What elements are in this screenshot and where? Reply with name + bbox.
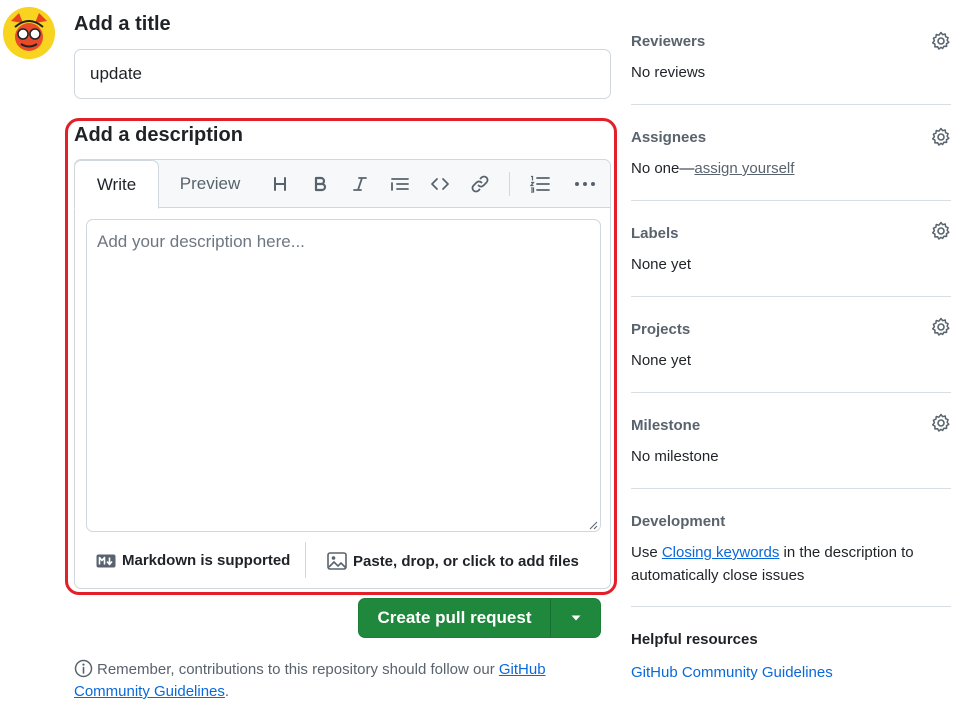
markdown-icon — [96, 554, 116, 567]
assignees-prefix: No one— — [631, 160, 695, 177]
footer-divider — [305, 542, 306, 578]
bold-icon[interactable] — [308, 172, 332, 196]
labels-heading: Labels — [631, 225, 679, 242]
create-button-divider — [550, 599, 551, 637]
community-guidelines-sidebar-link[interactable]: GitHub Community Guidelines — [631, 664, 833, 681]
reviewers-value: No reviews — [631, 64, 706, 81]
title-label: Add a title — [74, 13, 171, 35]
gear-icon[interactable] — [931, 221, 951, 241]
development-text-before: Use — [631, 544, 662, 561]
link-icon[interactable] — [468, 172, 492, 196]
closing-keywords-link[interactable]: Closing keywords — [662, 544, 780, 561]
sidebar-development: Development Use Closing keywords in the … — [631, 489, 951, 607]
markdown-note[interactable]: Markdown is supported — [96, 552, 290, 569]
code-icon[interactable] — [428, 172, 452, 196]
italic-icon[interactable] — [348, 172, 372, 196]
avatar-image — [3, 7, 55, 59]
sidebar-milestone: Milestone No milestone — [631, 393, 951, 489]
heading-icon[interactable] — [268, 172, 292, 196]
attach-files-button[interactable]: Paste, drop, or click to add files — [327, 552, 579, 570]
markdown-note-label: Markdown is supported — [122, 552, 291, 569]
editor-toolbar: Write Preview — [74, 160, 610, 209]
create-pull-request-button[interactable]: Create pull request — [359, 599, 550, 637]
create-pull-request-group: Create pull request — [358, 598, 601, 638]
reviewers-heading: Reviewers — [631, 33, 706, 50]
gear-icon[interactable] — [931, 31, 951, 51]
attach-files-label: Paste, drop, or click to add files — [353, 552, 579, 570]
triangle-down-icon — [571, 615, 580, 621]
description-label: Add a description — [74, 124, 243, 146]
guideline-end: . — [224, 683, 230, 700]
sidebar-assignees: Assignees No one—assign yourself — [631, 105, 951, 201]
description-textarea[interactable] — [86, 219, 601, 532]
guideline-text: Remember, contributions to this reposito… — [97, 661, 499, 678]
assignees-heading: Assignees — [631, 129, 707, 146]
quote-icon[interactable] — [388, 172, 412, 196]
image-icon — [327, 552, 347, 570]
milestone-heading: Milestone — [631, 417, 701, 434]
sidebar-helpful-resources: Helpful resources GitHub Community Guide… — [631, 607, 951, 697]
sidebar-projects: Projects None yet — [631, 297, 951, 393]
helpful-resources-heading: Helpful resources — [631, 631, 758, 648]
editor-footer: Markdown is supported Paste, drop, or cl… — [75, 542, 610, 588]
numbered-list-icon[interactable] — [528, 172, 552, 196]
development-heading: Development — [631, 513, 726, 530]
create-options-dropdown[interactable] — [551, 599, 600, 637]
development-text: Use Closing keywords in the description … — [631, 541, 931, 587]
sidebar-labels: Labels None yet — [631, 201, 951, 297]
sidebar-reviewers: Reviewers No reviews — [631, 0, 951, 105]
title-input[interactable] — [74, 49, 611, 99]
labels-value: None yet — [631, 256, 692, 273]
milestone-value: No milestone — [631, 448, 719, 465]
gear-icon[interactable] — [931, 317, 951, 337]
tab-preview[interactable]: Preview — [165, 160, 255, 209]
assignees-value: No one—assign yourself — [631, 157, 794, 180]
tab-write[interactable]: Write — [74, 160, 159, 209]
resize-handle-icon[interactable] — [588, 520, 598, 530]
projects-heading: Projects — [631, 321, 691, 338]
info-icon — [74, 659, 93, 678]
toolbar-divider — [509, 172, 510, 196]
markdown-editor: Write Preview Markdown — [74, 159, 611, 589]
assign-yourself-link[interactable]: assign yourself — [694, 160, 794, 177]
projects-value: None yet — [631, 352, 692, 369]
more-options-icon[interactable] — [573, 172, 597, 196]
gear-icon[interactable] — [931, 127, 951, 147]
guideline-note: Remember, contributions to this reposito… — [74, 659, 594, 703]
gear-icon[interactable] — [931, 413, 951, 433]
avatar[interactable] — [3, 7, 55, 59]
